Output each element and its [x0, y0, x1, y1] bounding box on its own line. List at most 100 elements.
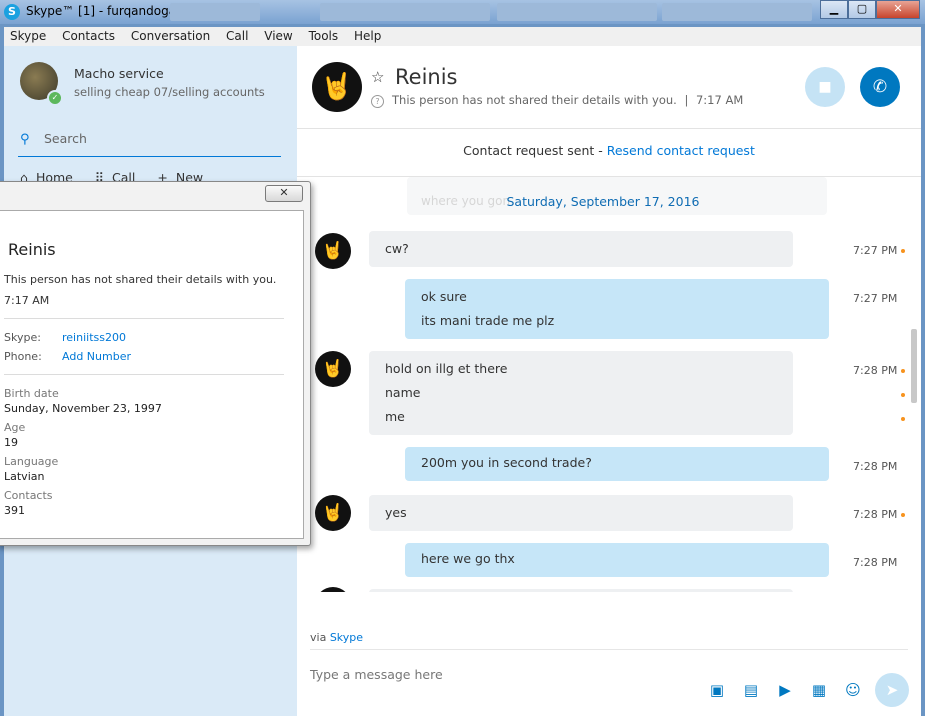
- sender-avatar[interactable]: 🤘: [315, 233, 351, 269]
- my-mood-message[interactable]: selling cheap 07/selling accounts: [74, 85, 265, 99]
- message-text: its mani trade me plz: [421, 313, 555, 328]
- message-list: where you gon Saturday, September 17, 20…: [297, 177, 909, 592]
- contact-local-time: 7:17 AM: [695, 93, 744, 107]
- age-label: Age: [4, 421, 26, 434]
- video-camera-icon: ■: [818, 79, 832, 95]
- message-time: 7:28 PM: [853, 364, 898, 377]
- profile-card: Reinis This person has not shared their …: [0, 210, 304, 539]
- profile-local-time: 7:17 AM: [4, 294, 50, 307]
- search-input[interactable]: Search: [44, 131, 87, 146]
- outgoing-message[interactable]: ok sure its mani trade me plz: [405, 279, 829, 339]
- menu-call[interactable]: Call: [220, 27, 254, 43]
- send-file-icon[interactable]: ▤: [741, 680, 761, 700]
- message-text: yes: [385, 505, 407, 520]
- video-call-button[interactable]: ■: [805, 67, 845, 107]
- menu-skype[interactable]: Skype: [4, 27, 52, 43]
- phone-icon: ✆: [872, 77, 888, 97]
- menu-view[interactable]: View: [258, 27, 298, 43]
- message-time: 7:27 PM: [853, 292, 898, 305]
- skype-name-value[interactable]: reiniitss200: [62, 331, 126, 344]
- message-scrollbar[interactable]: [910, 177, 918, 592]
- separator: |: [684, 93, 689, 107]
- title-bar: S Skype™ [1] - furqandogar ▁ ▢ ✕: [0, 0, 925, 24]
- profile-privacy-note: This person has not shared their details…: [4, 273, 277, 286]
- search-box[interactable]: ⚲ Search: [18, 124, 281, 157]
- profile-name: Reinis: [8, 240, 56, 259]
- skype-name-label: Skype:: [4, 331, 41, 344]
- compose-divider: [310, 649, 908, 650]
- message-text: me: [385, 409, 405, 424]
- maximize-button[interactable]: ▢: [848, 0, 876, 19]
- incoming-message[interactable]: yes: [369, 495, 793, 531]
- message-time: 7:28 PM: [853, 556, 898, 569]
- send-media-icon[interactable]: ▣: [707, 680, 727, 700]
- message-text: 200m you in second trade?: [421, 455, 592, 470]
- blurred-tab: [497, 3, 657, 21]
- blurred-tab: [662, 3, 812, 21]
- contact-name[interactable]: Reinis: [395, 65, 458, 89]
- via-skype-link[interactable]: Skype: [330, 631, 363, 644]
- favorite-star-icon[interactable]: ☆: [371, 68, 384, 86]
- contacts-value: 391: [4, 504, 25, 517]
- menu-bar: Skype Contacts Conversation Call View To…: [4, 27, 921, 47]
- menu-contacts[interactable]: Contacts: [56, 27, 121, 43]
- popup-close-button[interactable]: ✕: [265, 185, 303, 202]
- window-controls: ▁ ▢ ✕: [820, 0, 920, 19]
- help-icon: ?: [371, 95, 384, 108]
- close-button[interactable]: ✕: [876, 0, 920, 19]
- outgoing-message[interactable]: here we go thx: [405, 543, 829, 577]
- unread-dot: [901, 249, 905, 253]
- my-display-name[interactable]: Macho service: [74, 66, 164, 81]
- language-label: Language: [4, 455, 59, 468]
- incoming-message[interactable]: cw?: [369, 231, 793, 267]
- request-status-text: Contact request sent -: [463, 143, 607, 158]
- message-text: cw?: [385, 241, 409, 256]
- contact-avatar[interactable]: 🤘: [312, 62, 362, 112]
- send-arrow-icon: ➤: [885, 681, 899, 699]
- menu-help[interactable]: Help: [348, 27, 387, 43]
- blurred-tab: [320, 3, 490, 21]
- video-message-icon[interactable]: ▶: [775, 680, 795, 700]
- unread-dot: [901, 513, 905, 517]
- menu-tools[interactable]: Tools: [303, 27, 345, 43]
- birth-date-label: Birth date: [4, 387, 59, 400]
- contacts-label: Contacts: [4, 489, 53, 502]
- window-title: Skype™ [1] - furqandogar: [26, 4, 182, 18]
- birth-date-value: Sunday, November 23, 1997: [4, 402, 162, 415]
- incoming-message[interactable]: [369, 589, 793, 592]
- search-icon: ⚲: [20, 132, 30, 147]
- minimize-button[interactable]: ▁: [820, 0, 848, 19]
- online-status-icon: ✓: [47, 90, 63, 106]
- profile-divider: [4, 374, 284, 375]
- send-button[interactable]: ➤: [875, 673, 909, 707]
- emoticon-icon[interactable]: ☺: [843, 680, 863, 700]
- unread-dot: [901, 369, 905, 373]
- contact-privacy-note: This person has not shared their details…: [392, 93, 677, 107]
- unread-dot: [901, 393, 905, 397]
- message-input[interactable]: Type a message here: [310, 667, 443, 682]
- message-text: hold on illg et there: [385, 361, 508, 376]
- message-time: 7:28 PM: [853, 460, 898, 473]
- contact-request-bar: Contact request sent - Resend contact re…: [297, 143, 921, 158]
- sender-avatar[interactable]: 🤘: [315, 587, 351, 592]
- message-time: 7:27 PM: [853, 244, 898, 257]
- sender-avatar[interactable]: 🤘: [315, 495, 351, 531]
- compose-toolbar: ▣ ▤ ▶ ▦ ☺: [707, 680, 863, 700]
- profile-divider: [4, 318, 284, 319]
- audio-call-button[interactable]: ✆: [860, 67, 900, 107]
- chat-pane: 🤘 ☆ Reinis ? This person has not shared t…: [297, 46, 921, 716]
- menu-conversation[interactable]: Conversation: [125, 27, 216, 43]
- unread-dot: [901, 417, 905, 421]
- message-text: here we go thx: [421, 551, 515, 566]
- add-number-link[interactable]: Add Number: [62, 350, 131, 363]
- sender-avatar[interactable]: 🤘: [315, 351, 351, 387]
- scroll-thumb[interactable]: [911, 329, 917, 403]
- send-contact-icon[interactable]: ▦: [809, 680, 829, 700]
- resend-request-link[interactable]: Resend contact request: [607, 143, 755, 158]
- message-text: ok sure: [421, 289, 467, 304]
- header-divider: [297, 128, 921, 129]
- outgoing-message[interactable]: 200m you in second trade?: [405, 447, 829, 481]
- via-prefix: via: [310, 631, 330, 644]
- incoming-message[interactable]: hold on illg et there name me: [369, 351, 793, 435]
- skype-logo-icon: S: [4, 4, 20, 20]
